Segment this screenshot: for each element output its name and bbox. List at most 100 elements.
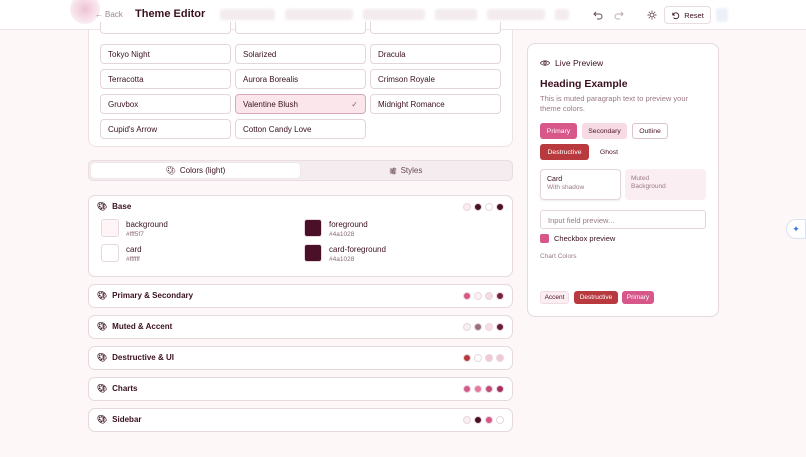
section-header: 🎨︎ Muted & Accent: [97, 322, 172, 331]
section-title: Sidebar: [112, 415, 142, 424]
base-section-header[interactable]: 🎨︎ Base: [97, 202, 131, 211]
theme-preset-partial[interactable]: [235, 22, 366, 34]
checkbox-label: Checkbox preview: [554, 234, 616, 243]
color-dot: [485, 203, 493, 211]
color-dot: [485, 416, 493, 424]
eye-icon: [540, 60, 550, 66]
preview-primary-button[interactable]: Primary: [540, 123, 577, 139]
reset-label: Reset: [684, 10, 704, 20]
undo-button[interactable]: [591, 8, 605, 22]
primary-secondary-section[interactable]: 🎨︎ Primary & Secondary: [88, 284, 513, 308]
swatch-name: card: [126, 245, 142, 254]
page-title: Theme Editor: [135, 8, 206, 20]
theme-preset-label: Terracotta: [108, 74, 144, 84]
preview-ghost-button[interactable]: Ghost: [594, 144, 624, 160]
theme-preset-label: Tokyo Night: [108, 49, 150, 59]
section-color-dots: [463, 323, 504, 331]
theme-preset-label: Midnight Romance: [378, 99, 445, 109]
swatch-hex: #ffffff: [126, 256, 140, 263]
palette-icon: 🎨︎: [97, 353, 108, 362]
tab-colors-label: Colors (light): [179, 166, 226, 175]
sun-icon: [647, 10, 657, 20]
swatch-hex: #fff5f7: [126, 231, 144, 238]
theme-preset[interactable]: Dracula: [370, 44, 501, 64]
color-dot: [496, 354, 504, 362]
preview-input[interactable]: Input field preview...: [540, 210, 706, 229]
theme-preset-partial[interactable]: [100, 22, 231, 34]
muted-accent-section[interactable]: 🎨︎ Muted & Accent: [88, 315, 513, 339]
color-dot: [463, 323, 471, 331]
theme-preset[interactable]: Solarized: [235, 44, 366, 64]
redo-icon: [614, 11, 624, 20]
background-swatch[interactable]: [101, 219, 119, 237]
card-foreground-swatch[interactable]: [304, 244, 322, 262]
chart-colors-label: Chart Colors: [540, 253, 577, 260]
theme-preset[interactable]: Gruvbox: [100, 94, 231, 114]
back-label: Back: [105, 10, 123, 19]
preview-outline-button[interactable]: Outline: [632, 123, 668, 139]
theme-preset[interactable]: Cupid's Arrow: [100, 119, 231, 139]
sidebar-section[interactable]: 🎨︎ Sidebar: [88, 408, 513, 432]
preview-checkbox[interactable]: Checkbox preview: [540, 234, 615, 243]
theme-preset[interactable]: Aurora Borealis: [235, 69, 366, 89]
preview-paragraph: This is muted paragraph text to preview …: [540, 94, 688, 113]
checkbox-box: [540, 234, 549, 243]
blurred-toolbar-item: [716, 8, 728, 22]
theme-preset[interactable]: Tokyo Night: [100, 44, 231, 64]
card-title: Card: [547, 176, 563, 183]
palette-icon: 🎨︎: [97, 415, 108, 424]
card-swatch[interactable]: [101, 244, 119, 262]
theme-preset[interactable]: Crimson Royale: [370, 69, 501, 89]
card-subtitle: With shadow: [547, 184, 585, 191]
preview-destructive-button[interactable]: Destructive: [540, 144, 589, 160]
palette-icon: 🎨︎: [97, 384, 108, 393]
foreground-swatch[interactable]: [304, 219, 322, 237]
tab-styles-label: Styles: [400, 166, 423, 175]
section-title: Muted & Accent: [112, 322, 173, 331]
palette-icon: 🎨︎: [97, 322, 108, 331]
theme-preset-label: Cotton Candy Love: [243, 124, 312, 134]
preview-card: Card With shadow: [540, 169, 621, 200]
color-dot: [463, 385, 471, 393]
check-icon: ✓: [351, 99, 358, 109]
redo-button[interactable]: [612, 8, 626, 22]
theme-preset[interactable]: Terracotta: [100, 69, 231, 89]
tab-styles[interactable]: Styles: [301, 163, 510, 178]
section-header: 🎨︎ Primary & Secondary: [97, 291, 193, 300]
floating-assistant-button[interactable]: ✦: [786, 219, 806, 239]
preview-destructive-badge: Destructive: [574, 291, 618, 304]
theme-preset[interactable]: Midnight Romance: [370, 94, 501, 114]
undo-icon: [593, 11, 603, 20]
preview-secondary-button[interactable]: Secondary: [582, 123, 627, 139]
color-dot: [474, 416, 482, 424]
sparkle-icon: ✦: [792, 223, 800, 234]
theme-mode-button[interactable]: [645, 8, 659, 22]
tab-colors[interactable]: 🎨︎ Colors (light): [91, 163, 300, 178]
section-color-dots: [463, 385, 504, 393]
theme-preset-label: Crimson Royale: [378, 74, 435, 84]
color-dot: [463, 354, 471, 362]
theme-preset[interactable]: Cotton Candy Love: [235, 119, 366, 139]
color-dot: [496, 416, 504, 424]
reset-button[interactable]: Reset: [664, 6, 711, 24]
rotate-ccw-icon: [672, 11, 680, 19]
theme-preset-selected[interactable]: Valentine Blush ✓: [235, 94, 366, 114]
preview-heading: Heading Example: [540, 78, 628, 90]
muted-subtitle: Background: [631, 183, 666, 190]
back-button[interactable]: ← Back: [95, 10, 123, 19]
color-dot: [496, 292, 504, 300]
theme-preset-label: Solarized: [243, 49, 277, 59]
color-dot: [463, 203, 471, 211]
live-preview-header: Live Preview: [540, 58, 603, 68]
preview-accent-badge: Accent: [540, 291, 569, 304]
destructive-ui-section[interactable]: 🎨︎ Destructive & UI: [88, 346, 513, 370]
color-dot: [463, 292, 471, 300]
section-title: Destructive & UI: [112, 353, 174, 362]
charts-section[interactable]: 🎨︎ Charts: [88, 377, 513, 401]
theme-preset-partial[interactable]: [370, 22, 501, 34]
theme-preset-label: Gruvbox: [108, 99, 139, 109]
sliders-icon: [389, 167, 396, 174]
preview-muted-box: Muted Background: [625, 169, 706, 200]
color-dot: [485, 354, 493, 362]
section-color-dots: [463, 416, 504, 424]
